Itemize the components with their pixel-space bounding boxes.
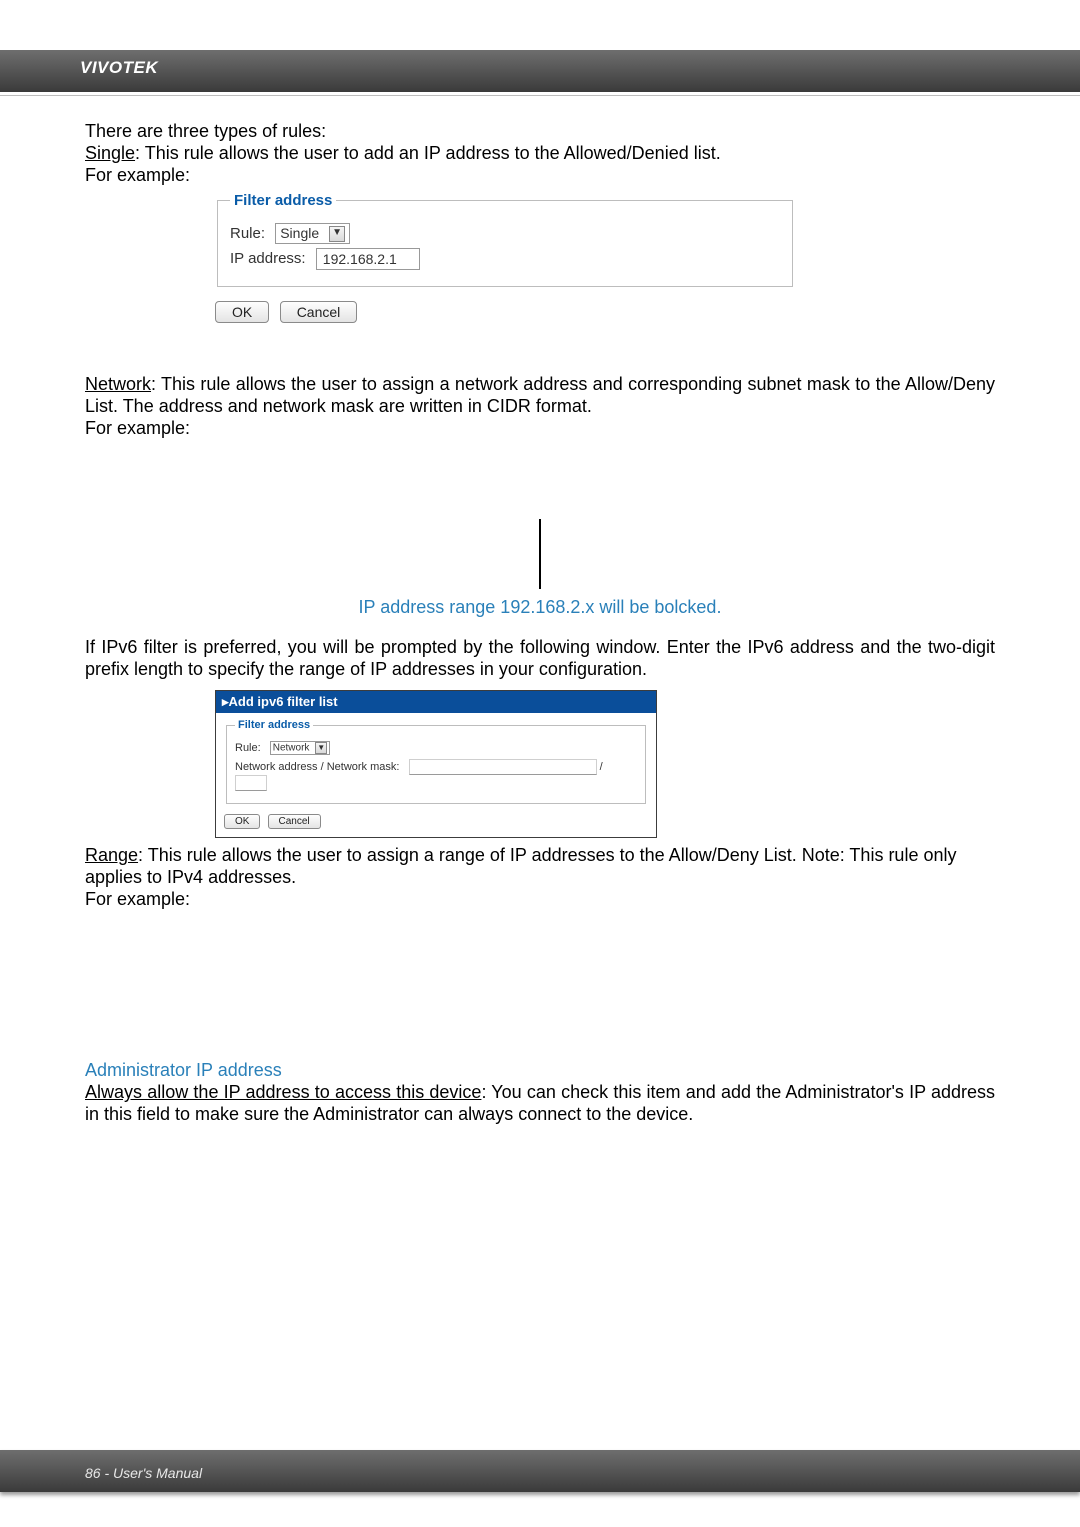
single-text: : This rule allows the user to add an IP… <box>135 143 721 163</box>
network-address-label: Network address / Network mask: <box>235 761 399 773</box>
intro-line: There are three types of rules: <box>85 120 995 142</box>
ip-row: IP address: 192.168.2.1 <box>230 248 780 270</box>
ok-button[interactable]: OK <box>224 814 260 829</box>
admin-ip-heading: Administrator IP address <box>85 1060 995 1081</box>
ipv6-rule-label: Rule: <box>235 742 261 754</box>
ip-range-caption: IP address range 192.168.2.x will be bol… <box>85 597 995 618</box>
filter-single-box: Filter address Rule: Single ▼ IP address… <box>215 192 795 287</box>
network-address-input[interactable] <box>409 759 597 775</box>
page-body: There are three types of rules: Single: … <box>85 120 995 1125</box>
header-divider <box>0 95 1080 96</box>
filter-address-legend: Filter address <box>230 192 336 209</box>
button-row-1: OK Cancel <box>215 301 995 323</box>
network-mask-input[interactable] <box>235 775 267 791</box>
ipv6-rule-select[interactable]: Network ▼ <box>270 741 330 755</box>
for-example-3: For example: <box>85 888 995 910</box>
button-row-2: OK Cancel <box>224 814 648 829</box>
ipv6-addr-row: Network address / Network mask: / <box>235 759 637 791</box>
for-example-1: For example: <box>85 164 995 186</box>
range-text: : This rule allows the user to assign a … <box>85 845 956 887</box>
rule-select[interactable]: Single ▼ <box>275 223 350 244</box>
ipv6-rule-row: Rule: Network ▼ <box>235 741 637 755</box>
admin-ip-text: Always allow the IP address to access th… <box>85 1081 995 1125</box>
rule-select-value: Single <box>280 225 319 241</box>
slash-label: / <box>600 761 603 773</box>
ip-input[interactable]: 192.168.2.1 <box>316 248 420 270</box>
ipv6-filter-legend: Filter address <box>235 719 313 731</box>
ipv6-filter-fieldset: Filter address Rule: Network ▼ Network a… <box>226 719 646 804</box>
cancel-button[interactable]: Cancel <box>268 814 321 829</box>
admin-always-allow-label: Always allow the IP address to access th… <box>85 1082 481 1102</box>
ipv6-dialog-title: ▸Add ipv6 filter list <box>216 691 656 713</box>
pointer-line <box>539 519 541 589</box>
rule-label: Rule: <box>230 225 265 242</box>
ipv6-dialog-body: Filter address Rule: Network ▼ Network a… <box>216 713 656 837</box>
filter-address-fieldset: Filter address Rule: Single ▼ IP address… <box>217 192 793 287</box>
ip-label: IP address: <box>230 250 306 267</box>
network-rule-line: Network: This rule allows the user to as… <box>85 373 995 417</box>
ok-button[interactable]: OK <box>215 301 269 323</box>
single-label: Single <box>85 143 135 163</box>
for-example-2: For example: <box>85 417 995 439</box>
ipv6-intro: If IPv6 filter is preferred, you will be… <box>85 636 995 680</box>
header-band <box>0 50 1080 92</box>
network-text: : This rule allows the user to assign a … <box>85 374 995 416</box>
network-label: Network <box>85 374 151 394</box>
brand-logo: VIVOTEK <box>80 58 158 78</box>
rule-row: Rule: Single ▼ <box>230 223 780 244</box>
chevron-down-icon[interactable]: ▼ <box>329 226 345 242</box>
range-label: Range <box>85 845 138 865</box>
ipv6-dialog: ▸Add ipv6 filter list Filter address Rul… <box>215 690 657 838</box>
cancel-button[interactable]: Cancel <box>280 301 358 323</box>
ipv6-rule-select-value: Network <box>273 743 310 754</box>
single-rule-line: Single: This rule allows the user to add… <box>85 142 995 164</box>
range-rule-line: Range: This rule allows the user to assi… <box>85 844 995 888</box>
chevron-down-icon[interactable]: ▼ <box>315 742 327 754</box>
footer-page-number: 86 - User's Manual <box>85 1465 202 1481</box>
